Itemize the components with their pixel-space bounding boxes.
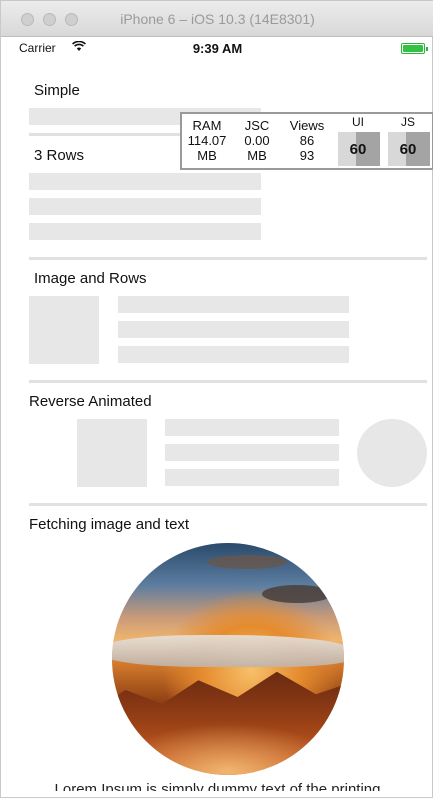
section-title-reverse-animated: Reverse Animated	[29, 393, 152, 410]
section-title-simple: Simple	[34, 82, 80, 99]
perf-monitor[interactable]: RAM 114.07 MB JSC 0.00 MB Views 86 93 UI…	[180, 112, 433, 170]
ios-status-bar: Carrier 9:39 AM	[1, 37, 433, 61]
section-divider	[29, 503, 427, 506]
placeholder-row	[165, 444, 339, 461]
battery-icon	[401, 43, 428, 54]
placeholder-avatar	[357, 419, 427, 487]
circular-landscape-photo	[112, 543, 344, 775]
perf-ram-value: 114.07	[187, 133, 227, 148]
status-bar-time: 9:39 AM	[192, 41, 243, 56]
perf-ram-unit: MB	[197, 148, 217, 163]
placeholder-row	[118, 321, 349, 338]
app-content[interactable]: Simple 3 Rows Image and Rows Reverse Ani…	[1, 61, 433, 798]
perf-ram-label: RAM	[192, 118, 222, 133]
fetched-text: Lorem Ipsum is simply dummy text of the …	[54, 781, 381, 791]
placeholder-row	[118, 346, 349, 363]
perf-js-fps: JS 60	[386, 114, 430, 168]
placeholder-row	[118, 296, 349, 313]
section-title-fetching: Fetching image and text	[29, 516, 190, 533]
placeholder-row	[29, 198, 261, 215]
window-title: iPhone 6 – iOS 10.3 (14E8301)	[120, 11, 315, 27]
perf-js-fps-value: 60	[399, 141, 417, 158]
placeholder-row	[29, 173, 261, 190]
simulator-window: iPhone 6 – iOS 10.3 (14E8301) Carrier 9:…	[0, 0, 433, 798]
perf-views-value: 93	[299, 148, 315, 163]
perf-ui-fps-value: 60	[349, 141, 367, 158]
section-divider	[29, 380, 427, 383]
perf-jsc: JSC 0.00 MB	[236, 118, 278, 163]
perf-ui-fps-label: UI	[352, 115, 364, 129]
perf-jsc-unit: MB	[247, 148, 267, 163]
perf-ram: RAM 114.07 MB	[184, 118, 230, 163]
placeholder-row	[165, 469, 339, 486]
placeholder-image	[29, 296, 99, 364]
perf-views-value: 86	[299, 133, 315, 148]
placeholder-row	[165, 419, 339, 436]
perf-views: Views 86 93	[286, 118, 328, 163]
section-divider	[29, 257, 427, 260]
perf-views-label: Views	[289, 118, 325, 133]
placeholder-image	[77, 419, 147, 487]
perf-ui-fps: UI 60	[336, 114, 380, 168]
window-titlebar: iPhone 6 – iOS 10.3 (14E8301)	[1, 1, 433, 37]
perf-jsc-label: JSC	[244, 118, 270, 133]
perf-js-fps-label: JS	[400, 115, 415, 129]
section-title-image-and-rows: Image and Rows	[34, 270, 147, 287]
section-title-three-rows: 3 Rows	[34, 147, 85, 164]
perf-jsc-value: 0.00	[244, 133, 270, 148]
placeholder-row	[29, 223, 261, 240]
